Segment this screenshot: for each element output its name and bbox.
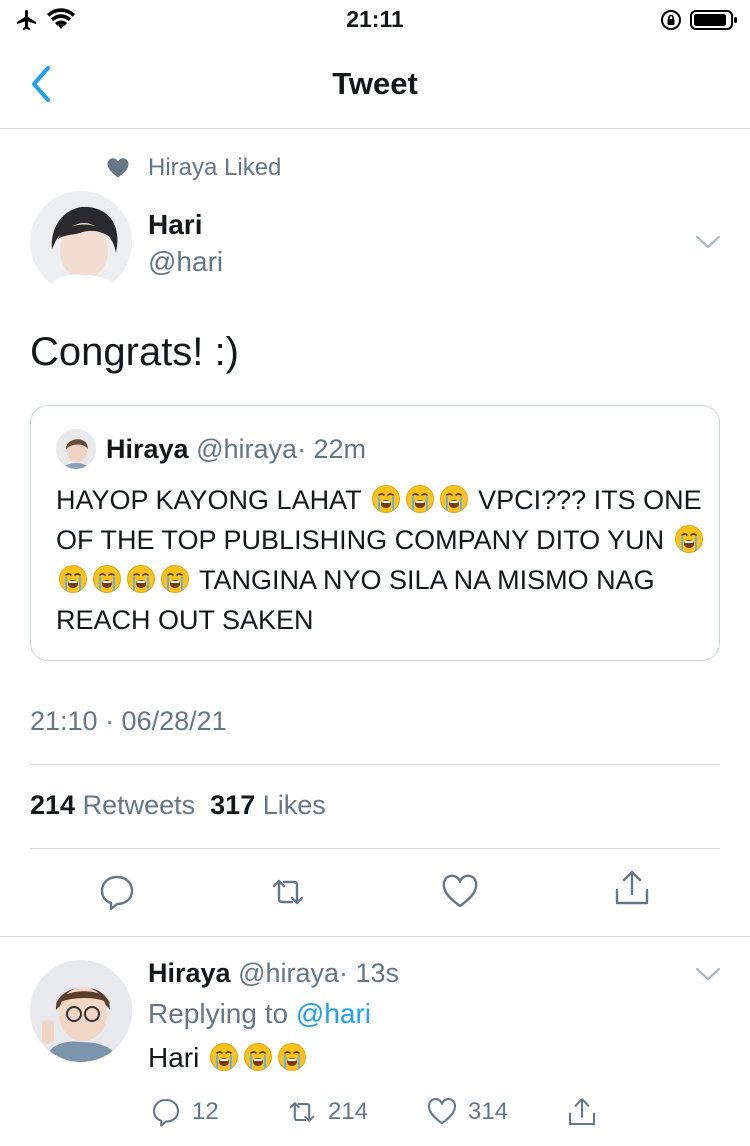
crying-face-emoji <box>160 564 190 594</box>
reply-author-handle[interactable]: @hiraya <box>238 958 339 988</box>
like-heart-icon[interactable] <box>440 872 480 912</box>
divider <box>30 764 720 765</box>
tweet-timestamp: 21:10 · 06/28/21 <box>30 706 227 736</box>
crying-face-emoji <box>209 1042 239 1072</box>
crying-face-emoji <box>243 1042 273 1072</box>
like-count: 314 <box>468 1098 509 1125</box>
quoted-tweet-text: HAYOP KAYONG LAHAT VPCI??? ITS ONE OF TH… <box>56 480 706 640</box>
reply-header: Hiraya @hiraya· 13s <box>148 958 399 989</box>
crying-face-emoji <box>674 524 704 554</box>
quoted-author-handle[interactable]: @hiraya <box>196 434 297 464</box>
author-handle[interactable]: @hari <box>148 246 223 278</box>
quoted-author-name[interactable]: Hiraya <box>106 434 189 464</box>
nav-divider <box>0 128 750 129</box>
quoted-tweet-header: Hiraya @hiraya· 22m <box>106 434 366 465</box>
retweet-label: Retweets <box>82 790 196 820</box>
share-action[interactable] <box>566 1096 598 1128</box>
retweet-count: 214 <box>30 790 76 820</box>
reply-author-avatar[interactable] <box>30 960 132 1062</box>
like-count: 317 <box>210 790 256 820</box>
section-divider <box>0 936 750 937</box>
likes-link[interactable]: 317 Likes <box>210 790 326 820</box>
reply-time: · 13s <box>339 958 400 988</box>
battery-icon <box>690 10 737 30</box>
chevron-down-icon[interactable] <box>694 232 722 252</box>
tweet-text: Congrats! :) <box>30 330 239 374</box>
reply-text-content: Hari <box>148 1042 208 1073</box>
crying-face-emoji <box>126 564 156 594</box>
reply-icon[interactable] <box>97 872 137 912</box>
crying-face-emoji <box>405 484 435 514</box>
crying-face-emoji <box>439 484 469 514</box>
page-title: Tweet <box>332 66 418 101</box>
retweet-icon[interactable] <box>268 872 308 912</box>
tweet-stats: 214 Retweets 317 Likes <box>30 790 326 821</box>
crying-face-emoji <box>277 1042 307 1072</box>
heart-icon <box>107 158 129 178</box>
quoted-text-segment: HAYOP KAYONG LAHAT <box>56 485 369 515</box>
replying-prefix: Replying to <box>148 998 296 1029</box>
like-label: Likes <box>262 790 326 820</box>
heart-icon <box>427 1097 457 1125</box>
retweets-link[interactable]: 214 Retweets <box>30 790 195 820</box>
author-name[interactable]: Hari <box>148 209 202 241</box>
crying-face-emoji <box>58 564 88 594</box>
social-context-label[interactable]: Hiraya Liked <box>148 154 281 182</box>
reply-count: 12 <box>192 1098 219 1125</box>
chevron-down-icon[interactable] <box>694 964 722 984</box>
retweet-action[interactable]: 214 <box>286 1096 368 1128</box>
reply-author-name[interactable]: Hiraya <box>148 958 231 988</box>
quoted-author-avatar[interactable] <box>56 429 96 469</box>
share-icon[interactable] <box>612 868 652 908</box>
replying-to-link[interactable]: @hari <box>296 998 371 1029</box>
divider <box>30 848 720 849</box>
reply-action[interactable]: 12 <box>150 1096 219 1128</box>
crying-face-emoji <box>92 564 122 594</box>
replying-to: Replying to @hari <box>148 998 371 1030</box>
crying-face-emoji <box>371 484 401 514</box>
share-icon <box>568 1098 596 1126</box>
orientation-lock-icon <box>661 10 681 30</box>
retweet-icon <box>289 1102 315 1122</box>
reply-icon <box>152 1098 180 1127</box>
retweet-count: 214 <box>328 1098 369 1125</box>
author-avatar[interactable] <box>30 191 132 293</box>
reply-text: Hari <box>148 1042 309 1074</box>
like-action[interactable]: 314 <box>426 1096 508 1128</box>
status-time: 21:11 <box>346 6 404 32</box>
quoted-tweet-time: · 22m <box>297 434 367 464</box>
